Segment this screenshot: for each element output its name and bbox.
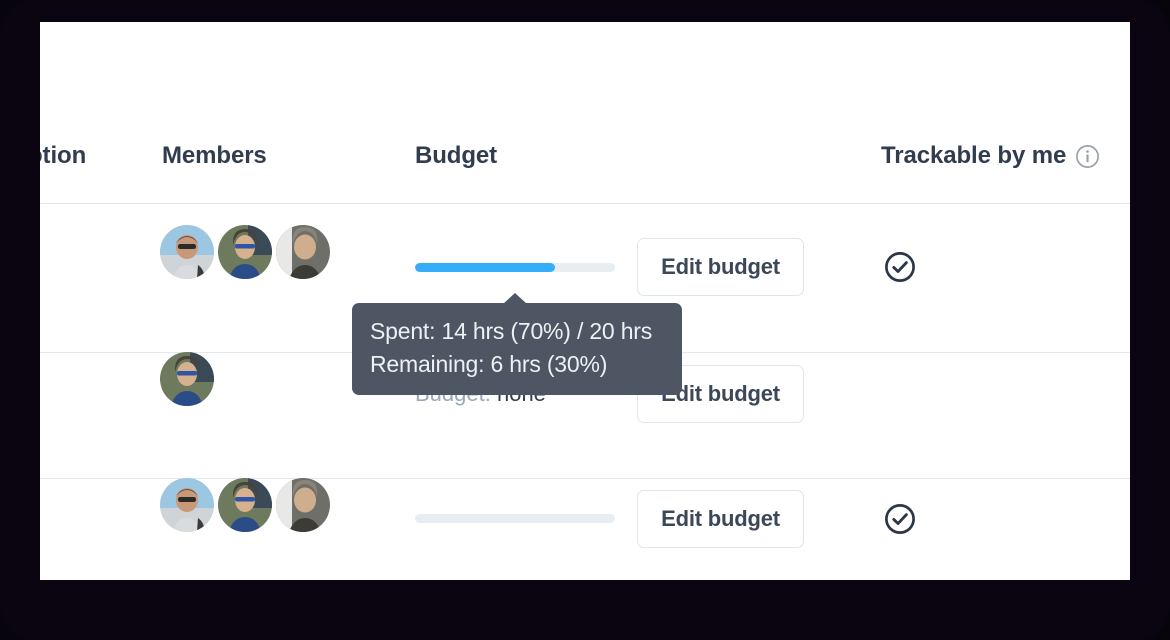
members-cell[interactable]	[160, 352, 214, 406]
member-avatar-3[interactable]	[276, 225, 330, 279]
tooltip-spent-line: Spent: 14 hrs (70%) / 20 hrs	[370, 318, 653, 344]
table-header-row: otion Members Budget Trackable by me	[40, 22, 1130, 203]
column-header-trackable-label: Trackable by me	[881, 142, 1067, 169]
column-header-members[interactable]: Members	[162, 142, 267, 170]
member-avatar-2[interactable]	[218, 225, 272, 279]
edit-budget-button[interactable]: Edit budget	[637, 238, 804, 296]
members-cell[interactable]	[160, 225, 330, 279]
member-avatar-1[interactable]	[160, 478, 214, 532]
member-avatar-2[interactable]	[218, 478, 272, 532]
check-circle-icon	[885, 503, 915, 534]
trackable-status-icon[interactable]	[883, 502, 917, 536]
budget-progress-bar[interactable]	[415, 514, 615, 523]
members-cell[interactable]	[160, 478, 330, 532]
info-circle-icon[interactable]	[1075, 144, 1100, 169]
trackable-status-icon[interactable]	[883, 250, 917, 284]
budget-progress-fill	[415, 262, 555, 272]
column-header-budget[interactable]: Budget	[415, 142, 497, 170]
table-row[interactable]: Edit budget	[40, 457, 1130, 580]
budget-progress-bar[interactable]	[415, 262, 615, 272]
check-circle-icon	[885, 252, 915, 282]
tooltip-arrow	[503, 293, 527, 304]
projects-table-card: otion Members Budget Trackable by me	[40, 22, 1130, 580]
member-avatar-2[interactable]	[160, 352, 214, 406]
column-header-description[interactable]: otion	[40, 142, 86, 170]
edit-budget-button[interactable]: Edit budget	[637, 489, 804, 548]
member-avatar-3[interactable]	[276, 478, 330, 532]
column-header-trackable[interactable]: Trackable by me	[881, 142, 1100, 170]
budget-cell[interactable]	[415, 457, 675, 580]
tooltip-remaining-line: Remaining: 6 hrs (30%)	[370, 351, 608, 377]
budget-tooltip: Spent: 14 hrs (70%) / 20 hrs Remaining: …	[352, 293, 682, 395]
member-avatar-1[interactable]	[160, 225, 214, 279]
